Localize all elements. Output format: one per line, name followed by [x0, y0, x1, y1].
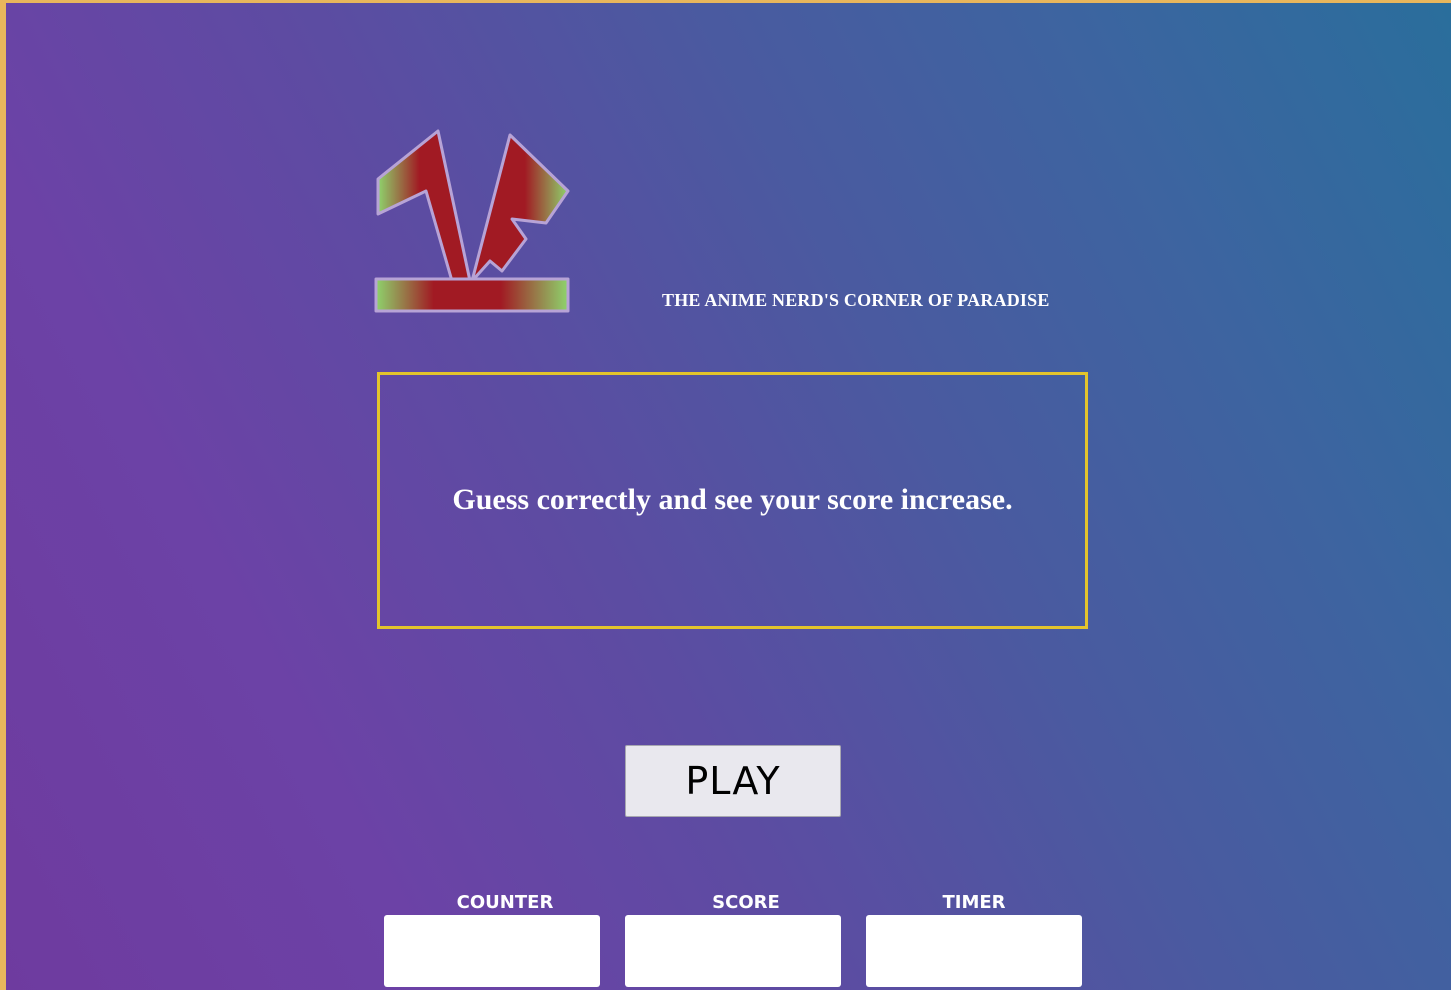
site-tagline: THE ANIME NERD'S CORNER OF PARADISE	[662, 290, 1050, 310]
game-background: THE ANIME NERD'S CORNER OF PARADISE Gues…	[0, 0, 1451, 990]
score-display	[625, 915, 841, 987]
game-message: Guess correctly and see your score incre…	[452, 482, 1013, 516]
timer-label: TIMER	[942, 892, 1006, 913]
counter-label: COUNTER	[456, 892, 554, 913]
score-label: SCORE	[712, 892, 780, 913]
timer-display	[866, 915, 1082, 987]
play-button[interactable]: PLAY	[625, 745, 841, 817]
message-panel: Guess correctly and see your score incre…	[377, 372, 1088, 629]
site-logo	[374, 127, 572, 315]
counter-display	[384, 915, 600, 987]
logo-emblem-icon	[374, 129, 570, 313]
